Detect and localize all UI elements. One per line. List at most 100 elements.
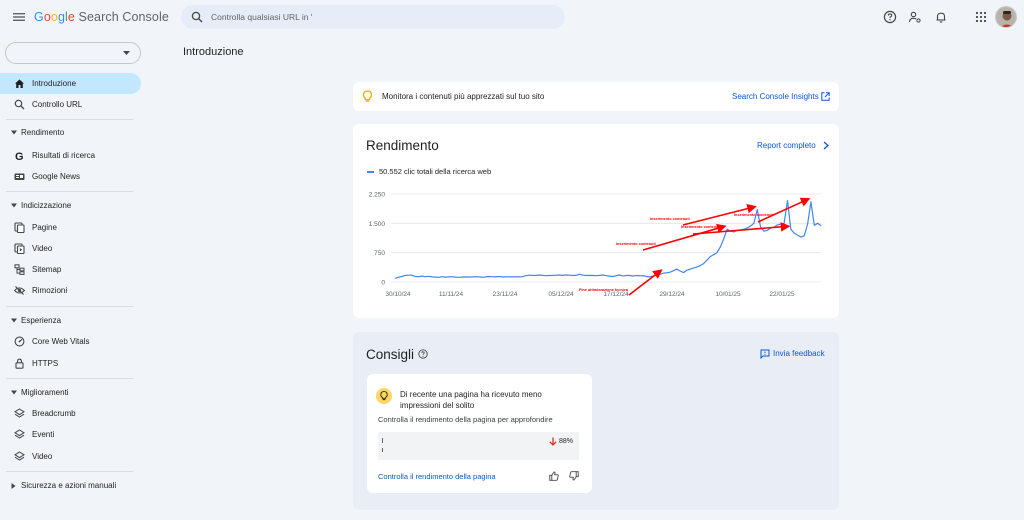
triangle-down-icon	[11, 390, 17, 395]
sidebar-item-video-enhancement[interactable]: Video	[0, 446, 141, 467]
sidebar-item-events[interactable]: Eventi	[0, 424, 141, 445]
sidebar-divider	[6, 471, 133, 472]
menu-icon[interactable]	[12, 10, 26, 24]
annotation-label: Fine ottimizzazione tecnica	[579, 288, 629, 292]
legend-swatch	[367, 170, 374, 173]
check-page-performance-link[interactable]: Controlla il rendimento della pagina	[378, 472, 496, 481]
account-avatar[interactable]	[995, 6, 1017, 28]
thumb-up-icon[interactable]	[549, 471, 559, 481]
recommendation-badge	[376, 388, 392, 404]
insights-message: Monitora i contenuti più apprezzati sul …	[382, 92, 545, 101]
sidebar-item-label: Rimozioni	[32, 286, 68, 295]
sidebar-item-label: Eventi	[32, 430, 55, 439]
sidebar-item-url-inspection[interactable]: Controllo URL	[0, 94, 141, 115]
apps-grid-icon[interactable]	[974, 10, 988, 24]
arrow-down-icon	[549, 437, 557, 446]
insights-banner: Monitora i contenuti più apprezzati sul …	[353, 82, 839, 111]
sidebar-item-label: Breadcrumb	[32, 409, 76, 418]
triangle-down-icon	[11, 203, 17, 208]
pages-icon	[14, 222, 25, 233]
sidebar-item-label: HTTPS	[32, 359, 59, 368]
news-icon	[14, 173, 25, 180]
sidebar-section-experience[interactable]: Esperienza	[0, 312, 141, 330]
recommendation-description: Controlla il rendimento della pagina per…	[378, 415, 553, 424]
send-feedback-link[interactable]: Invia feedback	[773, 349, 825, 358]
feedback-icon[interactable]	[760, 349, 770, 359]
thumb-down-icon[interactable]	[569, 471, 579, 481]
sidebar-section-performance[interactable]: Rendimento	[0, 124, 141, 142]
annotation-arrow	[628, 269, 663, 296]
notifications-bell-icon[interactable]	[934, 10, 948, 24]
chevron-right-icon[interactable]	[823, 141, 829, 150]
annotation-label: Inserimento contenuti	[616, 242, 656, 246]
layers-icon	[14, 429, 25, 439]
open-in-new-icon[interactable]	[821, 92, 830, 101]
legend-label: 50.552 clic totali della ricerca web	[379, 167, 492, 176]
sidebar-item-search-results[interactable]: G Risultati di ricerca	[0, 145, 141, 166]
property-selector[interactable]	[5, 42, 141, 64]
performance-card: Rendimento Report completo 50.552 clic t…	[353, 124, 839, 318]
help-icon[interactable]	[418, 349, 428, 359]
sidebar-item-label: Video	[32, 244, 53, 253]
app-logo[interactable]: Google Search Console	[34, 10, 169, 24]
annotation-arrow	[757, 197, 811, 223]
url-inspection-search[interactable]	[181, 5, 565, 29]
sidebar-section-label: Indicizzazione	[21, 201, 72, 210]
sidebar-item-removals[interactable]: Rimozioni	[0, 280, 141, 301]
google-g-icon: G	[15, 151, 24, 161]
y-tick-label: 1.500	[369, 221, 386, 228]
help-icon[interactable]	[883, 10, 897, 24]
sidebar-item-google-news[interactable]: Google News	[0, 166, 141, 187]
sidebar-item-breadcrumb[interactable]: Breadcrumb	[0, 403, 141, 424]
recommendation-heading: Di recente una pagina ha ricevuto meno i…	[400, 390, 542, 410]
removals-icon	[14, 286, 25, 295]
sidebar-section-label: Rendimento	[21, 128, 65, 137]
lightbulb-icon	[362, 90, 373, 102]
sidebar-item-pages[interactable]: Pagine	[0, 217, 141, 238]
search-icon	[191, 11, 203, 23]
avatar-photo-icon	[996, 7, 1016, 27]
sidebar-item-label: Video	[32, 452, 53, 461]
y-tick-label: 2.250	[369, 192, 386, 199]
sidebar-section-enhancements[interactable]: Miglioramenti	[0, 384, 141, 402]
sidebar-section-label: Esperienza	[21, 316, 62, 325]
y-tick-label: 0	[381, 280, 385, 287]
sidebar-item-label: Core Web Vitals	[32, 337, 90, 346]
x-tick-label: 30/10/24	[385, 291, 411, 298]
x-tick-label: 11/11/24	[439, 291, 464, 298]
sidebar-item-label: Pagine	[32, 223, 57, 232]
recommendation-item: Di recente una pagina ha ricevuto meno i…	[367, 374, 592, 493]
performance-title: Rendimento	[366, 138, 439, 153]
sidebar-section-label: Sicurezza e azioni manuali	[21, 481, 117, 490]
sidebar-item-https[interactable]: HTTPS	[0, 353, 141, 374]
x-tick-label: 17/12/24	[603, 291, 629, 298]
manage-users-icon[interactable]	[908, 10, 922, 24]
layers-icon	[14, 408, 25, 418]
sidebar-item-label: Controllo URL	[32, 100, 83, 109]
svg-text:G: G	[15, 151, 24, 161]
metric-tick	[382, 438, 383, 443]
triangle-down-icon	[11, 318, 17, 323]
x-tick-label: 22/01/25	[769, 291, 795, 298]
x-tick-label: 29/12/24	[659, 291, 685, 298]
x-tick-label: 05/12/24	[548, 291, 574, 298]
y-tick-label: 750	[374, 250, 385, 257]
sidebar-item-overview[interactable]: Introduzione	[0, 73, 141, 94]
recommendations-title: Consigli	[366, 347, 415, 362]
search-icon	[14, 99, 25, 110]
full-report-link[interactable]: Report completo	[757, 141, 816, 150]
layers-icon	[14, 451, 25, 461]
search-input[interactable]	[211, 5, 551, 29]
sidebar-item-video-pages[interactable]: Video	[0, 238, 141, 259]
sidebar-item-sitemaps[interactable]: Sitemap	[0, 259, 141, 280]
annotation-label: Inserimento contenuti	[734, 213, 774, 217]
gauge-icon	[14, 336, 25, 347]
clicks-line-chart: 0 750 1.500 2.250 30/10/24 11/11/24 23/11/24 05…	[369, 192, 822, 298]
video-pages-icon	[14, 243, 25, 254]
sidebar-section-security[interactable]: Sicurezza e azioni manuali	[0, 477, 141, 495]
sidebar-item-core-web-vitals[interactable]: Core Web Vitals	[0, 331, 141, 352]
search-console-insights-link[interactable]: Search Console Insights	[732, 92, 819, 101]
sidebar-section-indexing[interactable]: Indicizzazione	[0, 197, 141, 215]
home-icon	[15, 79, 24, 88]
sitemap-icon	[14, 264, 25, 275]
